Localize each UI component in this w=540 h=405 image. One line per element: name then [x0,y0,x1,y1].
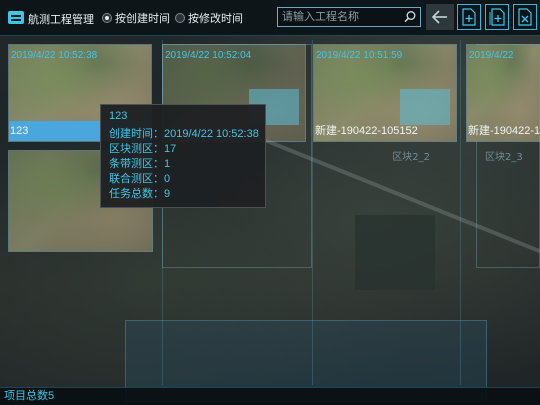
new-project-button[interactable] [457,4,481,30]
zone-label: 区块2_2 [392,152,430,163]
project-info-tooltip: 123 创建时间：2019/4/22 10:52:38 区块测区：17 条带测区… [100,104,266,208]
top-toolbar: 航测工程管理 按创建时间 按修改时间 [0,0,540,36]
delete-project-button[interactable] [513,4,537,30]
project-date: 2019/4/22 [469,50,514,61]
new-project-icon [462,8,476,26]
tooltip-created-time: 创建时间：2019/4/22 10:52:38 [109,128,259,140]
app-title: 航测工程管理 [28,14,94,26]
tooltip-block-areas: 区块测区：17 [109,143,177,155]
zone-label: 区块2_3 [485,152,523,163]
app-menu-icon [8,11,24,24]
tooltip-task-total: 任务总数：9 [109,188,171,200]
project-date: 2019/4/22 10:52:04 [165,50,252,61]
project-search-input[interactable] [278,8,404,26]
sort-by-modified-radio[interactable]: 按修改时间 [175,10,243,26]
status-bar: 项目总数5 [0,387,540,405]
project-name: 新建-190422-105152 [315,125,418,137]
back-arrow-icon [431,10,447,24]
project-card[interactable]: 2019/4/22 新建-190422-1 区块2_3 [466,44,540,163]
project-card[interactable]: 2019/4/22 10:51:59 新建-190422-105152 区块2_… [313,44,457,163]
project-date: 2019/4/22 10:51:59 [316,50,403,61]
map-dark-block [355,215,435,290]
radio-checked-icon [102,13,112,23]
project-date: 2019/4/22 10:52:38 [11,50,98,61]
tooltip-joint-areas: 联合测区：0 [109,173,171,185]
sort-by-created-label: 按创建时间 [115,13,170,25]
import-project-button[interactable] [485,4,509,30]
map-gridline [460,40,461,385]
delete-project-icon [518,8,532,26]
sort-by-modified-label: 按修改时间 [188,13,243,25]
search-box [277,7,421,27]
radio-unchecked-icon [175,13,185,23]
search-icon[interactable] [402,9,418,25]
tooltip-title: 123 [109,110,128,122]
tooltip-strip-areas: 条带测区：1 [109,158,171,170]
project-total-count: 项目总数5 [4,390,55,402]
sort-by-created-radio[interactable]: 按创建时间 [102,10,170,26]
survey-region-overlay [400,89,450,125]
project-name: 新建-190422-1 [468,125,540,137]
back-button[interactable] [426,4,454,30]
import-project-icon [489,8,505,26]
